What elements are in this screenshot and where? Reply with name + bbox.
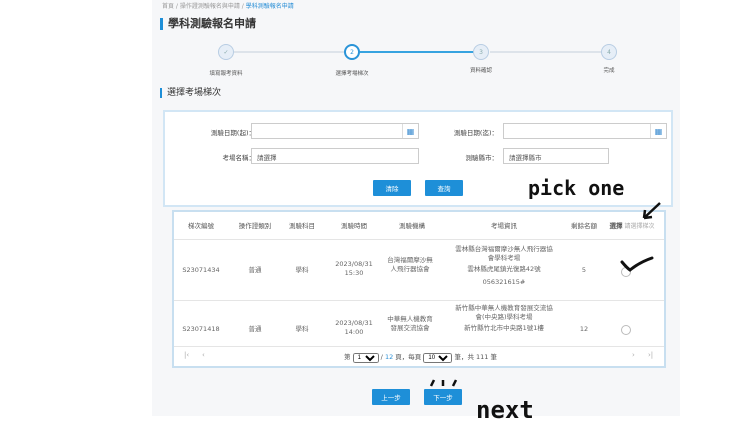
annotation-marks [429,202,661,387]
emphasis-annotation-icon [429,379,458,387]
checkmark-annotation-icon [620,256,654,272]
arrow-annotation-icon [642,202,661,220]
